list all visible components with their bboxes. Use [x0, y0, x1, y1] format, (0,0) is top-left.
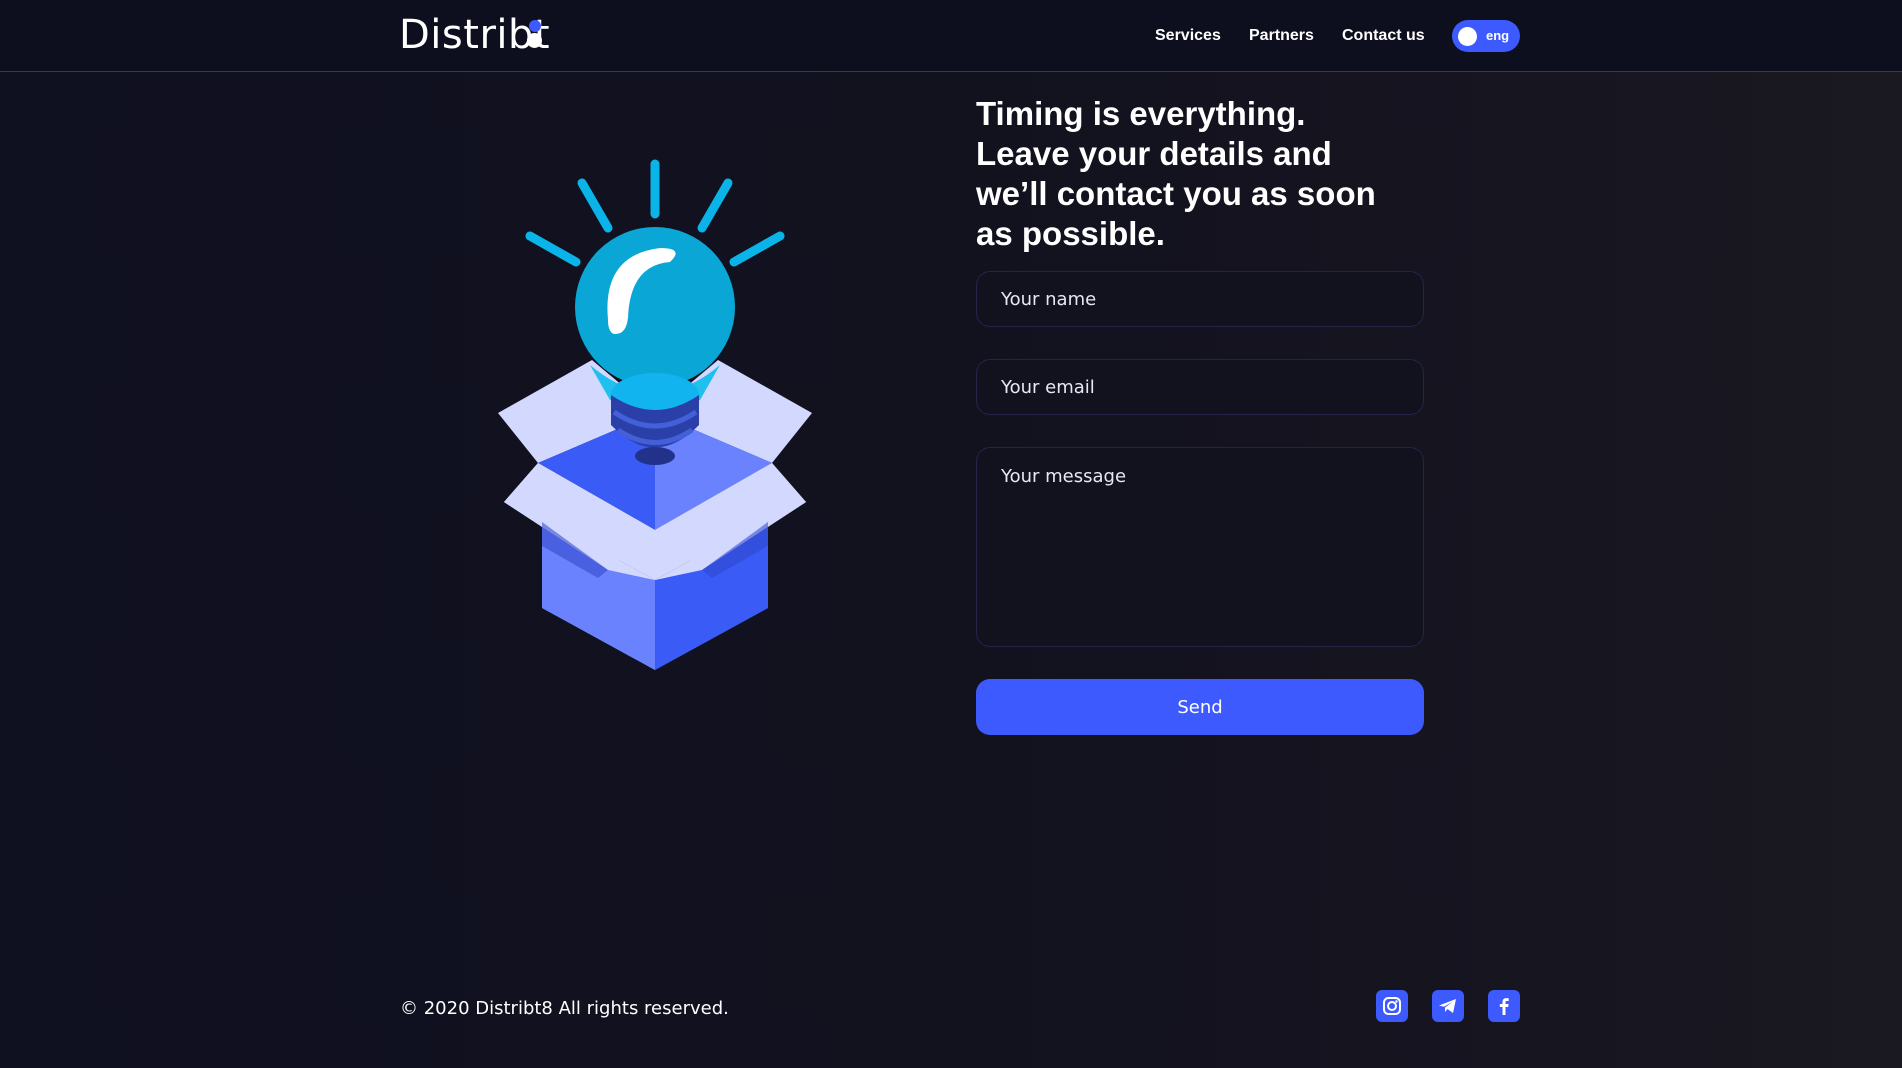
instagram-icon[interactable]	[1376, 990, 1408, 1022]
telegram-icon[interactable]	[1432, 990, 1464, 1022]
logo-eight-mark	[526, 20, 542, 52]
copyright-text: © 2020 Distribt8 All rights reserved.	[400, 998, 729, 1019]
toggle-knob	[1458, 27, 1477, 46]
lightbulb-box-illustration	[490, 150, 820, 670]
nav-services[interactable]: Services	[1155, 27, 1221, 45]
nav-contact-us[interactable]: Contact us	[1342, 27, 1425, 45]
message-field[interactable]	[976, 447, 1424, 647]
send-button[interactable]: Send	[976, 679, 1424, 735]
facebook-icon[interactable]	[1488, 990, 1520, 1022]
email-field[interactable]	[976, 359, 1424, 415]
contact-headline: Timing is everything. Leave your details…	[976, 95, 1376, 252]
nav-partners[interactable]: Partners	[1249, 27, 1314, 45]
site-header: Distribt Services Partners Contact us en…	[0, 0, 1902, 72]
language-label: eng	[1486, 28, 1510, 43]
language-toggle[interactable]: eng	[1452, 20, 1520, 52]
name-field[interactable]	[976, 271, 1424, 327]
